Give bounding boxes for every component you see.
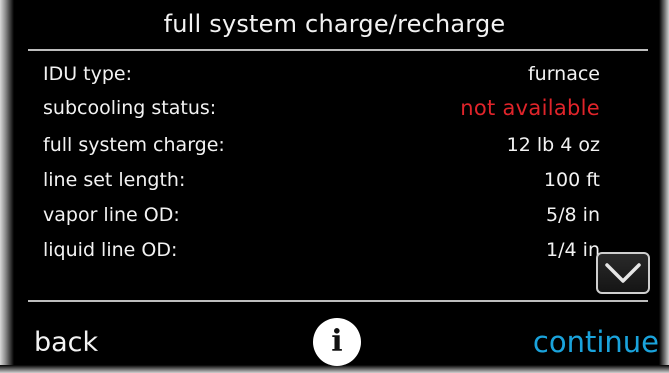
row-label: line set length: xyxy=(43,169,186,191)
footer-divider xyxy=(28,300,648,302)
row-label: liquid line OD: xyxy=(43,239,178,261)
row-label: vapor line OD: xyxy=(43,204,180,226)
info-row-idu-type: IDU type: furnace xyxy=(43,59,600,89)
bezel-left xyxy=(0,0,14,373)
thermostat-screen: full system charge/recharge IDU type: fu… xyxy=(0,0,669,373)
row-label: subcooling status: xyxy=(43,97,217,119)
info-row-subcooling-status: subcooling status: not available xyxy=(43,93,600,123)
page-title: full system charge/recharge xyxy=(163,10,506,38)
row-value: 1/4 in xyxy=(546,239,600,261)
row-value: 100 ft xyxy=(543,169,600,191)
row-value: 5/8 in xyxy=(546,204,600,226)
back-button[interactable]: back xyxy=(34,326,98,360)
row-value: 12 lb 4 oz xyxy=(506,134,600,156)
bezel-right xyxy=(659,0,669,373)
row-label: IDU type: xyxy=(43,63,133,85)
info-row-line-set-length: line set length: 100 ft xyxy=(43,165,600,195)
info-row-full-system-charge: full system charge: 12 lb 4 oz xyxy=(43,130,600,160)
header-divider xyxy=(28,49,648,51)
row-label: full system charge: xyxy=(43,134,225,156)
chevron-down-icon xyxy=(605,263,641,283)
status-value: not available xyxy=(460,96,600,120)
info-icon: i xyxy=(331,324,343,359)
info-button[interactable]: i xyxy=(313,318,361,366)
scroll-down-button[interactable] xyxy=(596,252,650,294)
info-row-liquid-line-od: liquid line OD: 1/4 in xyxy=(43,235,600,265)
continue-button[interactable]: continue xyxy=(533,324,659,360)
row-value: furnace xyxy=(527,63,600,85)
bezel-bottom xyxy=(0,365,669,373)
info-row-vapor-line-od: vapor line OD: 5/8 in xyxy=(43,200,600,230)
